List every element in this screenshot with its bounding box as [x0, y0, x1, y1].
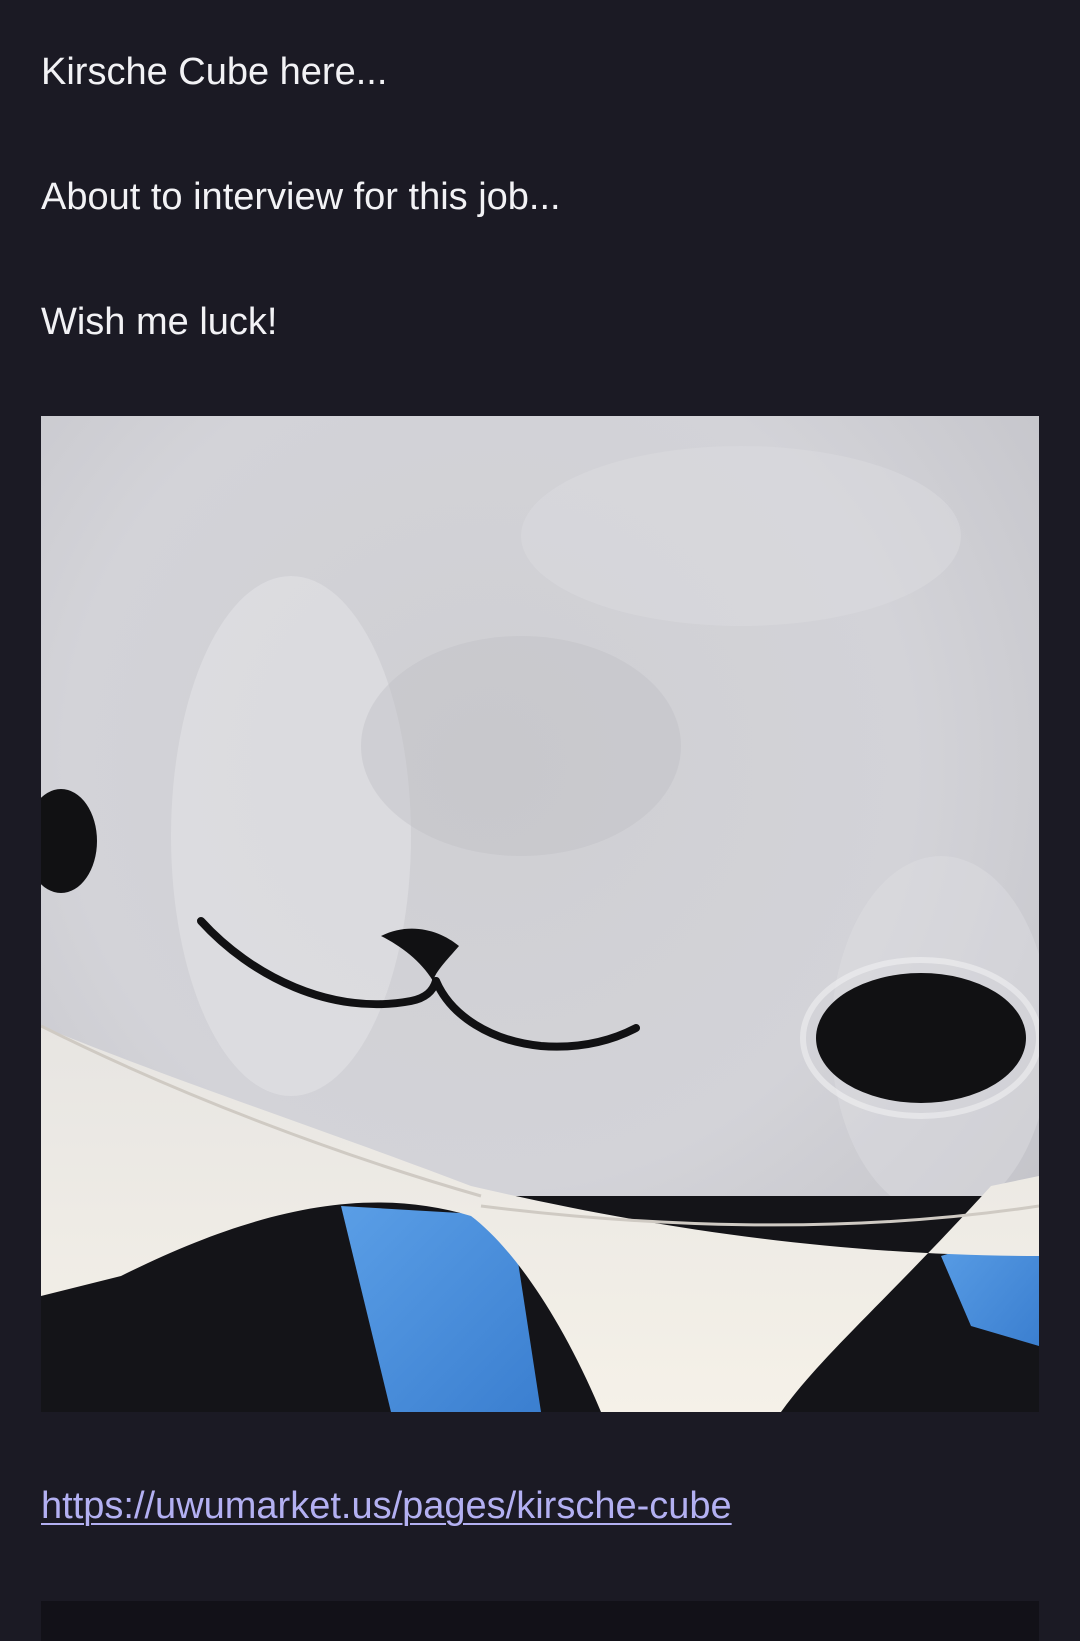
product-link[interactable]: https://uwumarket.us/pages/kirsche-cube	[41, 1483, 732, 1529]
post-text-line: Kirsche Cube here...	[41, 51, 388, 93]
next-post-card	[41, 1601, 1039, 1641]
plush-photo	[41, 416, 1039, 1412]
post-image[interactable]	[41, 416, 1039, 1412]
post-text-line: Wish me luck!	[41, 301, 278, 343]
post-text-line: About to interview for this job...	[41, 176, 561, 218]
